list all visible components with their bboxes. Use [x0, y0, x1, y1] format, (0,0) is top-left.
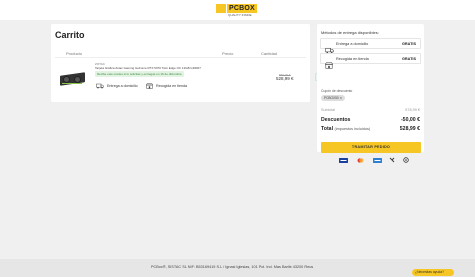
delivery-home-label: Entrega a domicilio [107, 84, 138, 88]
total-label-text: Total [321, 126, 334, 132]
product-name[interactable]: Tarjeta Gráfica Zotac Gaming GeForce RTX… [95, 66, 201, 70]
store-icon [324, 56, 334, 74]
header-divider [55, 57, 306, 58]
subtotal-label: Subtotal [321, 108, 335, 112]
total-value: 528,99 € [399, 126, 420, 132]
column-header-quantity: Cantidad [261, 51, 278, 56]
discount-value: -50,00 € [400, 117, 420, 123]
column-header-price: Precio [222, 51, 234, 56]
payment-methods [339, 155, 409, 163]
delivery-store-label: Recogida en tienda [156, 84, 187, 88]
logo-tagline: QUALITY INSIDE [228, 13, 252, 17]
stock-badge: Recibe este martes si lo solicitas y ent… [95, 71, 184, 77]
item-price: 528,99 € [276, 76, 294, 81]
logo-wordmark: PCBOX [227, 4, 257, 13]
site-footer: PCBox®, SISTAC SL NIF: B53169419 S.L / I… [0, 259, 475, 277]
visa-icon [339, 150, 348, 168]
site-header: PCBOX QUALITY INSIDE [0, 0, 475, 20]
total-label: Total (impuestos incluidos) [321, 126, 370, 132]
subtotal-value: 578,99 € [405, 108, 420, 112]
delivery-methods-title: Métodos de entrega disponibles: [321, 30, 379, 35]
delivery-home-option[interactable]: Entrega a domicilio [96, 82, 138, 90]
help-chat-button[interactable]: ¿Necesitas ayuda? [412, 269, 454, 276]
footer-legal-text: PCBox®, SISTAC SL NIF: B53169419 S.L / I… [151, 265, 314, 269]
delivery-option-label: Entrega a domicilio [336, 42, 369, 46]
product-image[interactable] [60, 71, 85, 86]
logo-mark [216, 4, 226, 13]
delivery-option-cost: GRATIS [401, 57, 416, 61]
total-tax-note: (impuestos incluidos) [334, 127, 371, 131]
order-summary-panel: Métodos de entrega disponibles: Entrega … [317, 24, 424, 163]
pcbox-logo[interactable]: PCBOX QUALITY INSIDE [216, 4, 258, 17]
coupon-label: Cupón de descuento [321, 89, 353, 93]
summary-delivery-store[interactable]: Recogida en tienda GRATIS [320, 53, 421, 69]
delivery-option-label: Recogida en tienda [336, 57, 369, 61]
column-header-product: Producto [66, 51, 83, 56]
summary-delivery-home[interactable]: Entrega a domicilio GRATIS [320, 38, 421, 54]
delivery-store-option[interactable]: Recogida en tienda [145, 82, 187, 90]
discount-label: Descuentos [321, 117, 351, 123]
store-icon [145, 82, 154, 90]
coupon-chip[interactable]: PCBOX50 ✕ [321, 95, 346, 101]
page-title: Carrito [55, 30, 85, 40]
cart-panel: Carrito Producto Precio Cantidad ZOTAC T… [51, 24, 352, 102]
amex-icon [372, 150, 382, 168]
bizum-icon [389, 150, 395, 168]
mastercard-icon [356, 150, 365, 168]
truck-icon [96, 83, 104, 90]
delivery-option-cost: GRATIS [401, 42, 416, 46]
help-label: ¿Necesitas ayuda? [415, 270, 445, 274]
paypal-icon [403, 150, 409, 168]
